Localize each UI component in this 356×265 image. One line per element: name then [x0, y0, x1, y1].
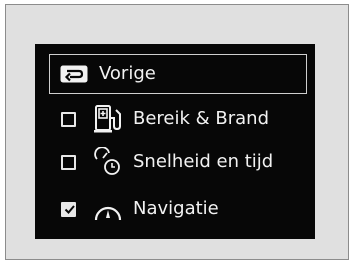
- back-menu-item[interactable]: Vorige: [49, 54, 307, 94]
- back-arrow-icon: [60, 65, 88, 83]
- menu-item-range-fuel[interactable]: Bereik & Brand: [35, 100, 315, 140]
- fuel-pump-icon: [94, 105, 121, 133]
- display-screen: Vorige Bereik & Brand Snelheid en tijd N…: [35, 44, 315, 239]
- menu-item-speed-time[interactable]: Snelheid en tijd: [35, 143, 315, 183]
- speed-clock-icon: [94, 147, 120, 175]
- compass-gauge-icon: [94, 206, 122, 221]
- menu-item-navigation[interactable]: Navigatie: [35, 190, 315, 230]
- figure-frame: Vorige Bereik & Brand Snelheid en tijd N…: [5, 4, 349, 260]
- navigation-label: Navigatie: [133, 198, 219, 219]
- speed-time-label: Snelheid en tijd: [133, 151, 274, 172]
- range-fuel-label: Bereik & Brand: [133, 108, 270, 129]
- back-label: Vorige: [99, 63, 156, 84]
- navigation-checkbox[interactable]: [61, 202, 76, 217]
- speed-time-checkbox[interactable]: [61, 155, 76, 170]
- range-fuel-checkbox[interactable]: [61, 112, 76, 127]
- checkmark-icon: [64, 205, 75, 214]
